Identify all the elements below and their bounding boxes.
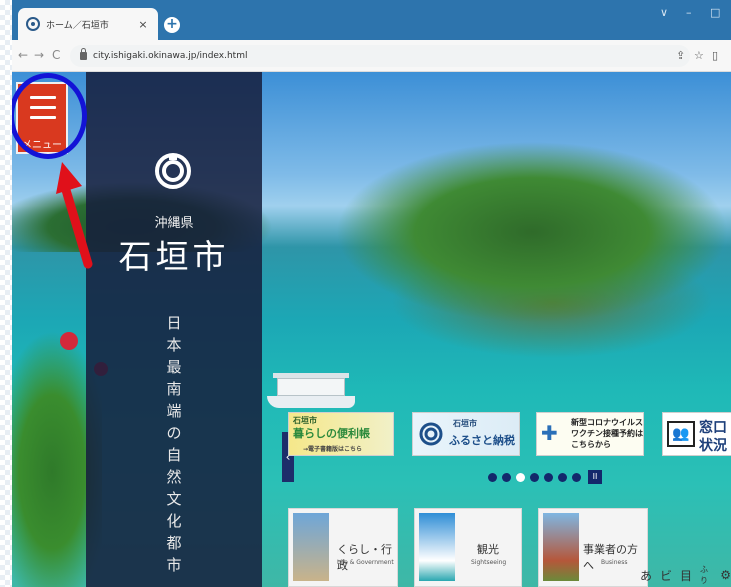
tab-strip: ホーム／石垣市 × + ∨ – □ [12, 0, 731, 40]
carousel-dots: II [488, 470, 602, 484]
banner-covid-vaccine[interactable]: ✚ 新型コロナウイルス ワクチン接種予約は こちらから [536, 412, 644, 456]
carousel-pause-button[interactable]: II [588, 470, 602, 484]
lock-icon [80, 48, 87, 60]
voice-reading-button[interactable]: ビ [660, 567, 672, 584]
tab-home[interactable]: ホーム／石垣市 × [18, 8, 158, 40]
annotation-highlight-circle [12, 73, 87, 159]
tab-title: ホーム／石垣市 [46, 20, 109, 31]
banner-carousel: 石垣市 暮らしの便利帳 →電子書籍版はこちら 石垣市 ふるさと納税 ✚ 新型コロ… [284, 412, 731, 458]
url-text: city.ishigaki.okinawa.jp/index.html [93, 51, 248, 61]
sidebar-icon[interactable]: ▯ [712, 49, 718, 62]
syringe-icon: ✚ [541, 421, 558, 445]
banner-furusato-tax[interactable]: 石垣市 ふるさと納税 [412, 412, 520, 456]
site-title-panel: 沖縄県 石垣市 日本最南端の自然文化都市 [86, 72, 262, 587]
card-thumbnail [419, 513, 455, 581]
hero-photo-boat [267, 372, 355, 408]
carousel-dot[interactable] [502, 472, 511, 482]
annotation-arrow-icon [56, 162, 93, 269]
card-life-government[interactable]: くらし・行政 Life & Government [288, 508, 398, 587]
counter-person-icon: 👥 [667, 421, 695, 447]
color-contrast-button[interactable]: 目 [680, 567, 692, 584]
close-icon[interactable]: × [136, 18, 150, 31]
address-bar[interactable]: city.ishigaki.okinawa.jp/index.html [70, 45, 690, 67]
carousel-dot[interactable] [544, 472, 553, 482]
maximize-icon[interactable]: □ [710, 6, 720, 19]
ruby-button[interactable]: ふり [700, 564, 712, 586]
new-tab-button[interactable]: + [164, 17, 180, 33]
tab-search-icon[interactable]: ∨ [660, 6, 668, 19]
carousel-dot-active[interactable] [516, 472, 525, 482]
city-tagline: 日本最南端の自然文化都市 [166, 314, 182, 574]
card-sightseeing[interactable]: 観光 Sightseeing [414, 508, 522, 587]
city-name: 石垣市 [118, 237, 230, 276]
browser-window: ホーム／石垣市 × + ∨ – □ ← → C city.ishigaki.ok… [12, 0, 731, 587]
minimize-icon[interactable]: – [686, 6, 692, 19]
card-thumbnail [293, 513, 329, 581]
city-crest-icon [26, 17, 40, 31]
card-thumbnail [543, 513, 579, 581]
carousel-dot[interactable] [530, 472, 539, 482]
city-crest-icon [155, 153, 191, 189]
bookmark-star-icon[interactable]: ☆ [694, 49, 704, 62]
banner-living-guide[interactable]: 石垣市 暮らしの便利帳 →電子書籍版はこちら [288, 412, 394, 456]
back-arrow-icon[interactable]: ← [18, 48, 28, 62]
browser-toolbar: ← → C city.ishigaki.okinawa.jp/index.htm… [12, 40, 731, 72]
accessibility-toolbar: あ ビ 目 ふり ⚙ [640, 564, 731, 586]
reload-icon[interactable]: C [52, 48, 60, 62]
city-crest-icon [419, 422, 443, 446]
hibiscus-flower [60, 332, 78, 350]
forward-arrow-icon[interactable]: → [34, 48, 44, 62]
card-business[interactable]: 事業者の方へ Business [538, 508, 648, 587]
page-content: 沖縄県 石垣市 日本最南端の自然文化都市 メニュー ‹ 石垣市 暮らしの便利帳 … [12, 72, 731, 587]
banner-counter-status[interactable]: 👥 窓口 状況 [662, 412, 731, 456]
carousel-dot[interactable] [572, 472, 581, 482]
gear-icon[interactable]: ⚙ [720, 568, 731, 582]
share-icon[interactable]: ⇪ [676, 49, 685, 62]
prefecture-label: 沖縄県 [154, 216, 194, 231]
font-size-button[interactable]: あ [640, 567, 652, 584]
carousel-dot[interactable] [488, 472, 497, 482]
carousel-dot[interactable] [558, 472, 567, 482]
